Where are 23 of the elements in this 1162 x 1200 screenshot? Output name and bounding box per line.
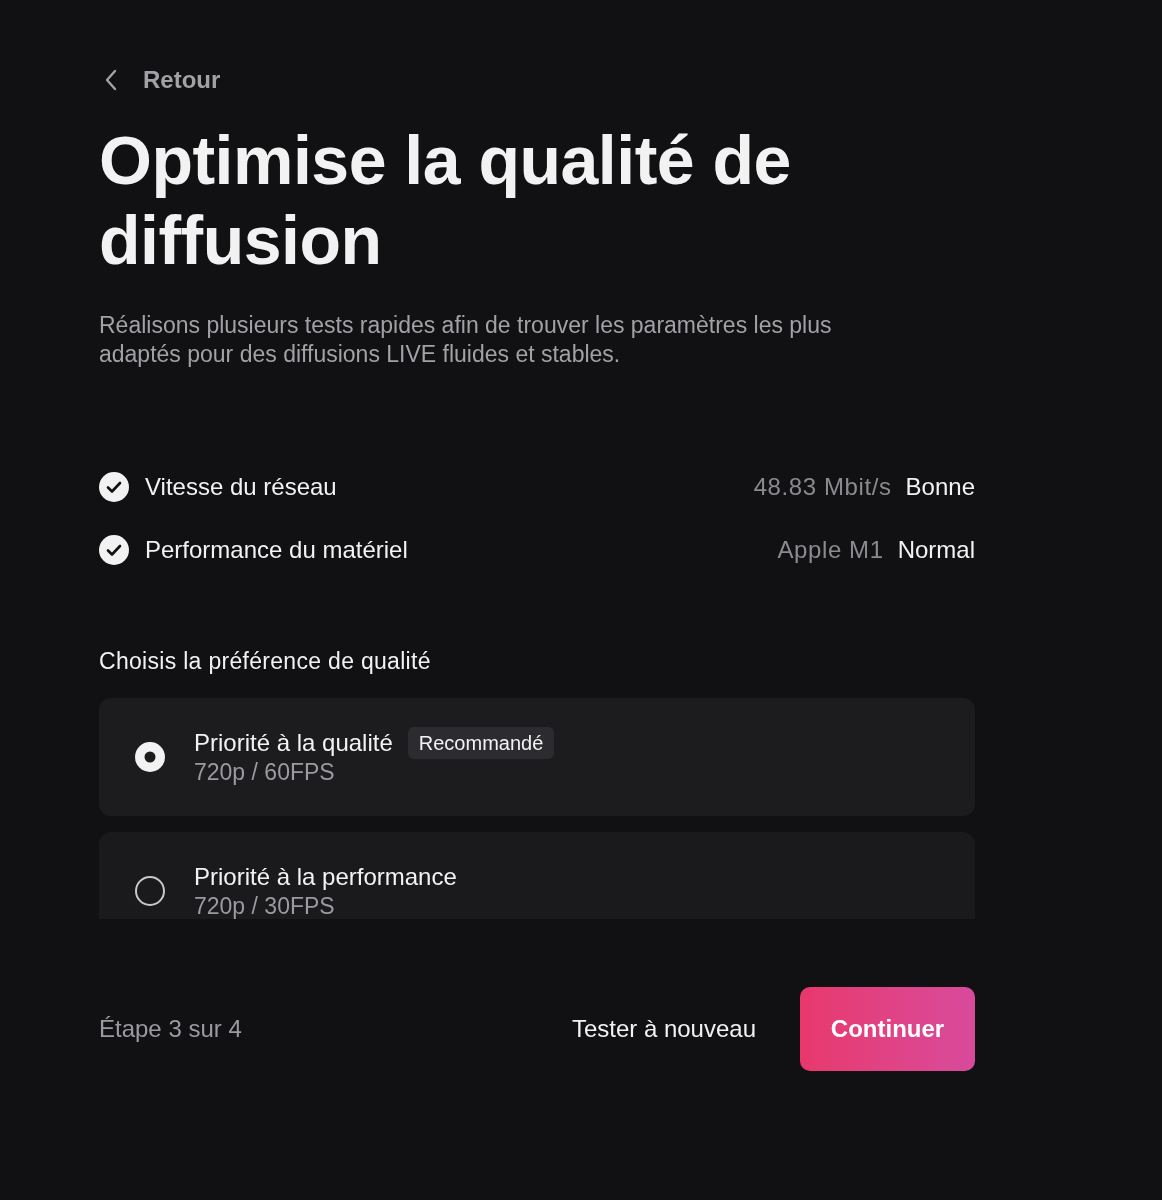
quality-option-card[interactable]: Priorité à la performance 720p / 30FPS [99, 832, 975, 919]
section-heading: Choisis la préférence de qualité [99, 647, 432, 675]
check-detail: 48.83 Mbit/s [753, 472, 892, 502]
radio-icon[interactable] [135, 876, 165, 906]
radio-selected-icon[interactable] [135, 742, 165, 772]
option-title: Priorité à la qualité [194, 728, 393, 758]
option-subtitle: 720p / 30FPS [194, 892, 336, 919]
check-result: Normal [897, 535, 975, 565]
option-subtitle: 720p / 60FPS [194, 758, 336, 786]
option-title: Priorité à la performance [194, 862, 457, 892]
check-detail: Apple M1 [777, 535, 884, 565]
check-result: Bonne [905, 472, 975, 502]
continue-button[interactable]: Continuer [800, 987, 975, 1071]
check-label: Vitesse du réseau [145, 472, 337, 502]
recommended-badge: Recommandé [407, 727, 555, 759]
step-indicator: Étape 3 sur 4 [99, 1014, 242, 1044]
back-link[interactable]: Retour [99, 66, 221, 94]
chevron-left-icon [105, 69, 117, 91]
page-description: Réalisons plusieurs tests rapides afin de trouver les paramètres les plus adaptés pour des diffusions LIVE fluides et stables. [99, 311, 833, 369]
check-label: Performance du matériel [145, 535, 408, 565]
quality-option-card[interactable]: Priorité à la qualité Recommandé 720p / 60FPS [99, 698, 975, 816]
retest-button[interactable]: Tester à nouveau [571, 1010, 756, 1048]
page-title: Optimise la qualité de diffusion [99, 121, 792, 280]
